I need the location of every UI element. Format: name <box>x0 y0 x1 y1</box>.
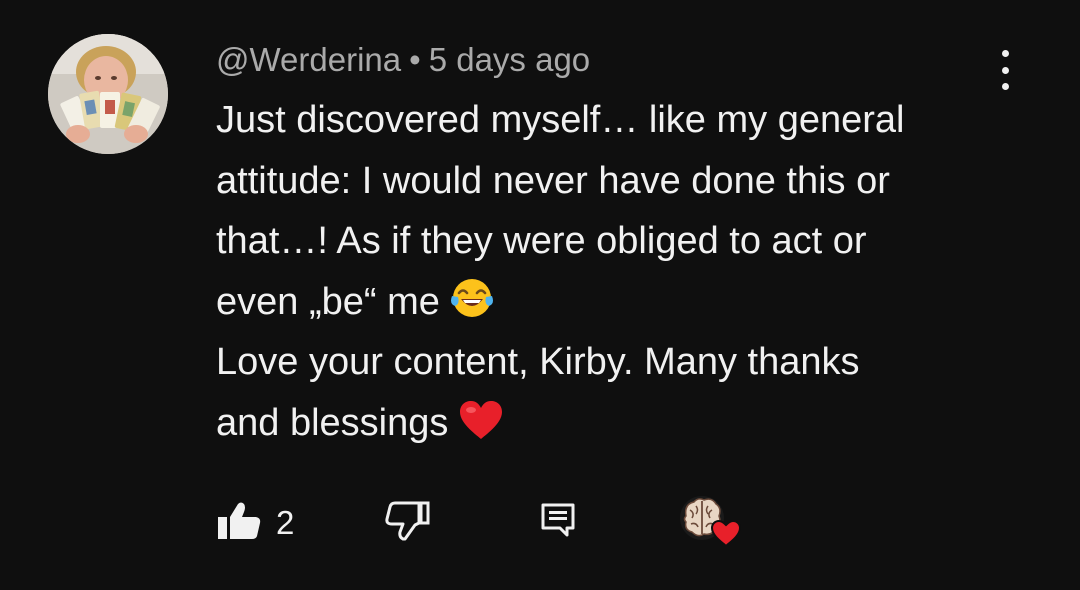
comment-line: even „be“ me <box>216 272 996 333</box>
more-vertical-icon-dot <box>1001 83 1009 90</box>
like-count: 2 <box>276 504 295 541</box>
dislike-button[interactable] <box>384 500 432 542</box>
reply-button[interactable] <box>540 502 576 538</box>
creator-heart-badge <box>676 494 742 550</box>
comment-line: attitude: I would never have done this o… <box>216 159 890 202</box>
red-heart-emoji-icon <box>460 400 503 439</box>
avatar-image <box>48 34 168 154</box>
comment-line-text: even „be“ me <box>216 280 440 323</box>
comment-line: Love your content, Kirby. Many thanks <box>216 341 860 383</box>
laughing-tears-emoji-icon <box>450 278 493 317</box>
more-vertical-icon-dot <box>1001 66 1009 74</box>
comment-body: Just discovered myself… like my general … <box>216 90 996 453</box>
comment-line: Just discovered myself… like my general <box>216 99 905 141</box>
comment-header: @Werderina • 5 days ago <box>216 40 590 80</box>
thumbs-down-icon <box>385 501 430 541</box>
comment-line: and blessings <box>216 393 996 454</box>
reply-comment-icon <box>541 503 575 537</box>
comment-timestamp[interactable]: 5 days ago <box>429 41 590 78</box>
avatar[interactable] <box>48 34 168 154</box>
more-vertical-icon <box>1001 50 1009 57</box>
thumbs-up-icon <box>218 502 261 539</box>
meta-separator: • <box>409 41 421 78</box>
comment-line-text: and blessings <box>216 401 449 444</box>
like-button[interactable] <box>216 500 264 542</box>
author-name[interactable]: @Werderina <box>216 41 401 78</box>
comment-line: that…! As if they were obliged to act or <box>216 220 867 262</box>
creator-heart-icon <box>680 496 742 548</box>
more-options-button[interactable] <box>990 48 1020 92</box>
